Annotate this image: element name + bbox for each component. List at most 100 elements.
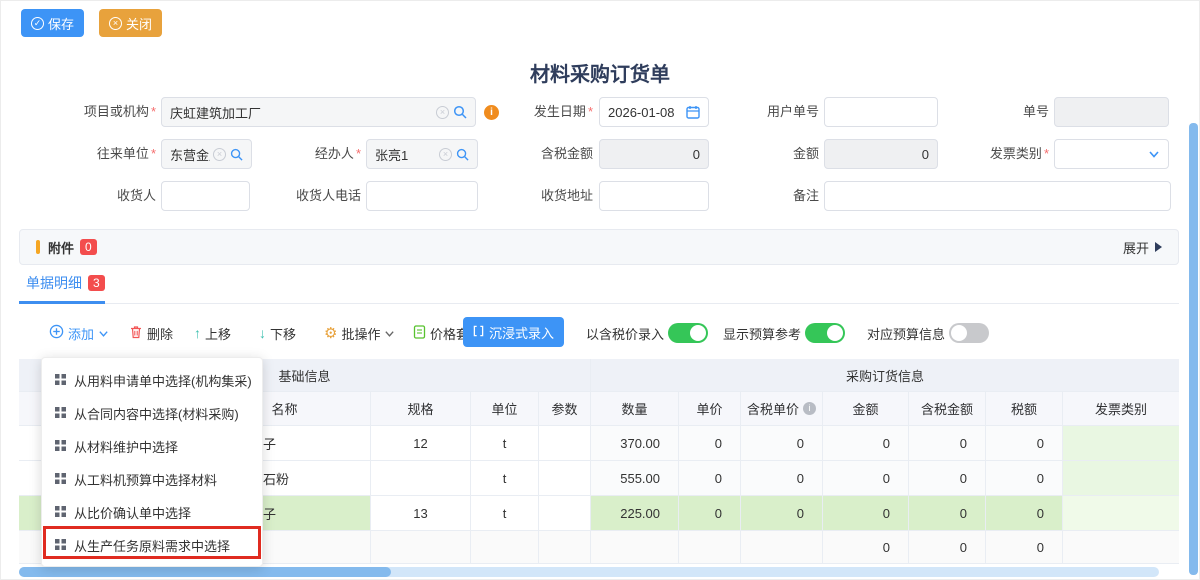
- receiver-addr-input[interactable]: [599, 181, 709, 211]
- receiver-input[interactable]: [161, 181, 250, 211]
- attachment-label: 附件: [48, 238, 74, 257]
- expand-button[interactable]: 展开: [1123, 238, 1162, 257]
- cell-price[interactable]: [679, 531, 741, 563]
- receiver-label: 收货人: [21, 181, 156, 211]
- cell-tax-amount[interactable]: 0: [909, 496, 986, 530]
- cell-tax-price[interactable]: 0: [741, 496, 823, 530]
- menu-item-price-comparison[interactable]: 从比价确认单中选择: [42, 496, 262, 529]
- cell-unit[interactable]: [471, 531, 539, 563]
- cell-invoice-type[interactable]: [1063, 496, 1179, 530]
- cell-tax-amount[interactable]: 0: [909, 461, 986, 495]
- cell-qty[interactable]: [591, 531, 679, 563]
- receiver-phone-input[interactable]: [366, 181, 478, 211]
- tab-detail-label: 单据明细: [26, 273, 82, 293]
- cell-tax-price[interactable]: [741, 531, 823, 563]
- clear-icon[interactable]: ×: [213, 148, 226, 161]
- tab-detail[interactable]: 单据明细 3: [26, 273, 105, 293]
- cell-amount[interactable]: 0: [823, 461, 909, 495]
- cell-unit[interactable]: t: [471, 426, 539, 460]
- cell-tax-price[interactable]: 0: [741, 426, 823, 460]
- cell-tax[interactable]: 0: [986, 461, 1063, 495]
- cell-tax-amount[interactable]: 0: [909, 426, 986, 460]
- cell-unit[interactable]: t: [471, 496, 539, 530]
- cell-qty[interactable]: 225.00: [591, 496, 679, 530]
- clear-icon[interactable]: ×: [436, 106, 449, 119]
- move-up-button[interactable]: ↑ 上移: [194, 318, 231, 348]
- agent-label: 经办人*: [271, 139, 361, 169]
- delete-button[interactable]: 删除: [129, 318, 173, 348]
- toggle-tax-price-group: 以含税价录入: [586, 318, 708, 348]
- menu-item-labor-budget[interactable]: 从工料机预算中选择材料: [42, 463, 262, 496]
- toggle-budget-ref[interactable]: [805, 323, 845, 343]
- cell-spec[interactable]: [371, 461, 471, 495]
- cell-param[interactable]: [539, 496, 591, 530]
- cell-param[interactable]: [539, 426, 591, 460]
- calendar-icon[interactable]: [686, 105, 700, 119]
- cell-qty[interactable]: 555.00: [591, 461, 679, 495]
- cell-invoice-type[interactable]: [1063, 531, 1179, 563]
- vertical-scrollbar-thumb[interactable]: [1189, 123, 1198, 575]
- invoice-type-select[interactable]: [1054, 139, 1169, 169]
- cell-param[interactable]: [539, 531, 591, 563]
- cell-price[interactable]: 0: [679, 496, 741, 530]
- supplier-input[interactable]: 东营金辰建 ×: [161, 139, 252, 169]
- play-triangle-icon: [1155, 242, 1162, 252]
- cell-spec[interactable]: 12: [371, 426, 471, 460]
- cell-qty[interactable]: 370.00: [591, 426, 679, 460]
- chevron-down-icon: [384, 328, 395, 339]
- menu-item-material-maintenance[interactable]: 从材料维护中选择: [42, 430, 262, 463]
- horizontal-scrollbar-thumb[interactable]: [19, 567, 391, 577]
- info-icon[interactable]: i: [484, 105, 499, 120]
- toggle-budget-info[interactable]: [949, 323, 989, 343]
- toggle-budget-info-group: 对应预算信息: [867, 318, 989, 348]
- clear-icon[interactable]: ×: [439, 148, 452, 161]
- cell-tax-price[interactable]: 0: [741, 461, 823, 495]
- batch-ops-label: 批操作: [341, 324, 380, 343]
- date-input[interactable]: 2026-01-08: [599, 97, 709, 127]
- cell-unit[interactable]: t: [471, 461, 539, 495]
- close-button[interactable]: × 关闭: [99, 9, 162, 37]
- attachment-bar[interactable]: 附件 0 展开: [19, 229, 1179, 265]
- toggle-knob: [951, 325, 967, 341]
- cell-invoice-type[interactable]: [1063, 461, 1179, 495]
- search-icon[interactable]: [230, 148, 243, 161]
- move-down-button[interactable]: ↓ 下移: [259, 318, 296, 348]
- cell-invoice-type[interactable]: [1063, 426, 1179, 460]
- immersive-entry-button[interactable]: 沉浸式录入: [463, 317, 564, 347]
- cell-amount[interactable]: 0: [823, 496, 909, 530]
- cell-price[interactable]: 0: [679, 461, 741, 495]
- info-icon[interactable]: i: [803, 402, 816, 415]
- user-no-input[interactable]: [824, 97, 938, 127]
- cell-price[interactable]: 0: [679, 426, 741, 460]
- menu-item-contract-content[interactable]: 从合同内容中选择(材料采购): [42, 397, 262, 430]
- project-input[interactable]: 庆虹建筑加工厂 ×: [161, 97, 476, 127]
- col-invoice-type: 发票类别: [1063, 392, 1179, 425]
- remark-input[interactable]: [824, 181, 1171, 211]
- save-button[interactable]: ✓ 保存: [21, 9, 84, 37]
- search-icon[interactable]: [453, 105, 467, 119]
- cell-tax-amount[interactable]: 0: [909, 531, 986, 563]
- cell-amount[interactable]: 0: [823, 426, 909, 460]
- toggle-tax-price[interactable]: [668, 323, 708, 343]
- batch-ops-button[interactable]: ⚙ 批操作: [324, 318, 395, 348]
- menu-item-material-request[interactable]: 从用料申请单中选择(机构集采): [42, 364, 262, 397]
- cell-amount[interactable]: 0: [823, 531, 909, 563]
- search-icon[interactable]: [456, 148, 469, 161]
- col-spec: 规格: [371, 392, 471, 425]
- cell-spec[interactable]: 13: [371, 496, 471, 530]
- remark-label: 备注: [736, 181, 819, 211]
- agent-input[interactable]: 张亮1 ×: [366, 139, 478, 169]
- move-up-label: 上移: [205, 324, 231, 343]
- attachment-count-badge: 0: [80, 239, 97, 255]
- expand-label: 展开: [1123, 238, 1149, 257]
- col-qty: 数量: [591, 392, 679, 425]
- immersive-entry-label: 沉浸式录入: [489, 323, 554, 342]
- cell-spec[interactable]: [371, 531, 471, 563]
- cell-param[interactable]: [539, 461, 591, 495]
- cell-tax[interactable]: 0: [986, 496, 1063, 530]
- move-down-label: 下移: [270, 324, 296, 343]
- cell-tax[interactable]: 0: [986, 426, 1063, 460]
- add-button[interactable]: 添加: [49, 318, 109, 348]
- cell-tax[interactable]: 0: [986, 531, 1063, 563]
- check-circle-icon: ✓: [31, 17, 44, 30]
